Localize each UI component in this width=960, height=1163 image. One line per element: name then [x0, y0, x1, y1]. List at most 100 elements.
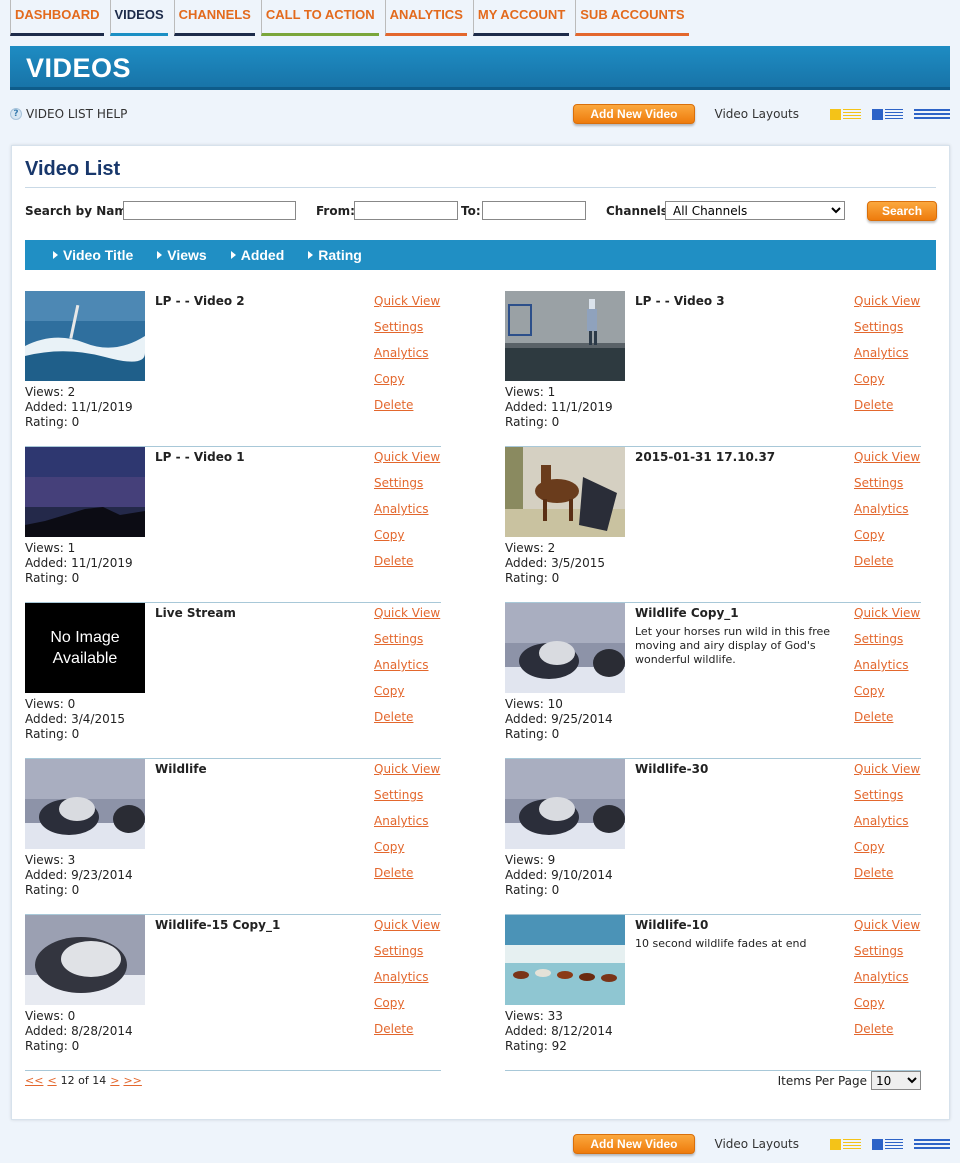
- quick-view-link[interactable]: Quick View: [374, 917, 440, 933]
- to-date-input[interactable]: [482, 201, 586, 220]
- analytics-link[interactable]: Analytics: [854, 657, 920, 673]
- delete-link[interactable]: Delete: [854, 553, 920, 569]
- sort-views[interactable]: Views: [157, 247, 207, 263]
- layout-thumbnail-icon[interactable]: [830, 107, 861, 121]
- video-title[interactable]: Wildlife-10: [635, 918, 708, 932]
- search-button[interactable]: Search: [867, 201, 938, 221]
- video-list-help-link[interactable]: ? VIDEO LIST HELP: [10, 107, 127, 121]
- analytics-link[interactable]: Analytics: [374, 813, 440, 829]
- quick-view-link[interactable]: Quick View: [854, 449, 920, 465]
- settings-link[interactable]: Settings: [374, 475, 440, 491]
- quick-view-link[interactable]: Quick View: [854, 917, 920, 933]
- video-title[interactable]: LP - - Video 3: [635, 294, 725, 308]
- copy-link[interactable]: Copy: [854, 683, 920, 699]
- sort-added[interactable]: Added: [230, 247, 284, 263]
- layout-compact-icon[interactable]: [914, 1137, 950, 1151]
- settings-link[interactable]: Settings: [374, 787, 440, 803]
- copy-link[interactable]: Copy: [854, 839, 920, 855]
- video-title[interactable]: Wildlife Copy_1: [635, 606, 739, 620]
- settings-link[interactable]: Settings: [854, 787, 920, 803]
- settings-link[interactable]: Settings: [374, 319, 440, 335]
- quick-view-link[interactable]: Quick View: [854, 605, 920, 621]
- analytics-link[interactable]: Analytics: [374, 969, 440, 985]
- delete-link[interactable]: Delete: [854, 1021, 920, 1037]
- video-thumbnail[interactable]: [505, 759, 625, 849]
- delete-link[interactable]: Delete: [374, 397, 440, 413]
- search-name-input[interactable]: [123, 201, 296, 220]
- video-thumbnail[interactable]: [25, 759, 145, 849]
- video-title[interactable]: Wildlife-15 Copy_1: [155, 918, 280, 932]
- copy-link[interactable]: Copy: [854, 527, 920, 543]
- analytics-link[interactable]: Analytics: [854, 501, 920, 517]
- from-date-input[interactable]: [354, 201, 458, 220]
- quick-view-link[interactable]: Quick View: [374, 449, 440, 465]
- video-thumbnail[interactable]: [25, 447, 145, 537]
- video-thumbnail[interactable]: No Image Available: [25, 603, 145, 693]
- video-title[interactable]: 2015-01-31 17.10.37: [635, 450, 775, 464]
- copy-link[interactable]: Copy: [374, 527, 440, 543]
- delete-link[interactable]: Delete: [374, 865, 440, 881]
- settings-link[interactable]: Settings: [854, 943, 920, 959]
- analytics-link[interactable]: Analytics: [374, 345, 440, 361]
- layout-list-icon[interactable]: [872, 1137, 903, 1151]
- nav-tab-videos[interactable]: VIDEOS: [109, 0, 168, 36]
- layout-list-icon[interactable]: [872, 107, 903, 121]
- first-page-link[interactable]: <<: [25, 1074, 43, 1087]
- video-title[interactable]: Wildlife: [155, 762, 207, 776]
- quick-view-link[interactable]: Quick View: [854, 293, 920, 309]
- settings-link[interactable]: Settings: [374, 631, 440, 647]
- quick-view-link[interactable]: Quick View: [854, 761, 920, 777]
- analytics-link[interactable]: Analytics: [854, 345, 920, 361]
- settings-link[interactable]: Settings: [854, 631, 920, 647]
- copy-link[interactable]: Copy: [374, 371, 440, 387]
- copy-link[interactable]: Copy: [854, 371, 920, 387]
- video-thumbnail[interactable]: [25, 291, 145, 381]
- add-new-video-button[interactable]: Add New Video: [573, 104, 695, 124]
- add-new-video-button[interactable]: Add New Video: [573, 1134, 695, 1154]
- quick-view-link[interactable]: Quick View: [374, 761, 440, 777]
- video-thumbnail[interactable]: [505, 915, 625, 1005]
- delete-link[interactable]: Delete: [854, 397, 920, 413]
- last-page-link[interactable]: >>: [123, 1074, 141, 1087]
- video-thumbnail[interactable]: [505, 603, 625, 693]
- copy-link[interactable]: Copy: [374, 839, 440, 855]
- items-per-page-select[interactable]: 10: [871, 1071, 921, 1090]
- quick-view-link[interactable]: Quick View: [374, 605, 440, 621]
- settings-link[interactable]: Settings: [854, 319, 920, 335]
- nav-tab-my-account[interactable]: MY ACCOUNT: [472, 0, 570, 36]
- copy-link[interactable]: Copy: [374, 683, 440, 699]
- prev-page-link[interactable]: <: [47, 1074, 56, 1087]
- analytics-link[interactable]: Analytics: [374, 657, 440, 673]
- sort-rating[interactable]: Rating: [308, 247, 362, 263]
- copy-link[interactable]: Copy: [374, 995, 440, 1011]
- nav-tab-analytics[interactable]: ANALYTICS: [384, 0, 467, 36]
- analytics-link[interactable]: Analytics: [854, 969, 920, 985]
- analytics-link[interactable]: Analytics: [854, 813, 920, 829]
- copy-link[interactable]: Copy: [854, 995, 920, 1011]
- video-title[interactable]: LP - - Video 1: [155, 450, 245, 464]
- next-page-link[interactable]: >: [110, 1074, 119, 1087]
- video-thumbnail[interactable]: [505, 291, 625, 381]
- video-title[interactable]: Wildlife-30: [635, 762, 708, 776]
- delete-link[interactable]: Delete: [374, 709, 440, 725]
- layout-compact-icon[interactable]: [914, 107, 950, 121]
- sort-video-title[interactable]: Video Title: [53, 247, 133, 263]
- video-thumbnail[interactable]: [505, 447, 625, 537]
- channels-select[interactable]: All Channels: [665, 201, 845, 220]
- nav-tab-sub-accounts[interactable]: SUB ACCOUNTS: [575, 0, 689, 36]
- quick-view-link[interactable]: Quick View: [374, 293, 440, 309]
- settings-link[interactable]: Settings: [854, 475, 920, 491]
- video-thumbnail[interactable]: [25, 915, 145, 1005]
- delete-link[interactable]: Delete: [854, 709, 920, 725]
- nav-tab-call-to-action[interactable]: CALL TO ACTION: [260, 0, 379, 36]
- delete-link[interactable]: Delete: [374, 1021, 440, 1037]
- nav-tab-dashboard[interactable]: DASHBOARD: [10, 0, 104, 36]
- layout-thumbnail-icon[interactable]: [830, 1137, 861, 1151]
- settings-link[interactable]: Settings: [374, 943, 440, 959]
- analytics-link[interactable]: Analytics: [374, 501, 440, 517]
- delete-link[interactable]: Delete: [374, 553, 440, 569]
- video-title[interactable]: Live Stream: [155, 606, 236, 620]
- nav-tab-channels[interactable]: CHANNELS: [173, 0, 255, 36]
- delete-link[interactable]: Delete: [854, 865, 920, 881]
- video-title[interactable]: LP - - Video 2: [155, 294, 245, 308]
